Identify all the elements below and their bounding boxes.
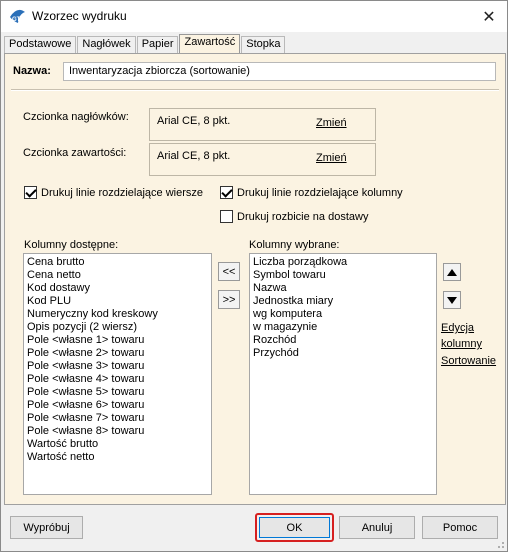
col-lines-checkbox-label: Drukuj linie rozdzielające kolumny [237,186,403,199]
tab-podstawowe[interactable]: Podstawowe [4,36,77,53]
triangle-down-icon [447,296,457,304]
selected-columns-list[interactable]: Liczba porządkowa Symbol towaru Nazwa Je… [249,253,437,495]
list-item[interactable]: Numeryczny kod kreskowy [27,308,208,321]
list-item[interactable]: Nazwa [253,282,433,295]
content-panel: Nazwa: Inwentaryzacja zbiorcza (sortowan… [4,53,506,505]
edit-columns-link-line1[interactable]: Edycja [441,322,474,334]
list-item[interactable]: Pole <własne 2> towaru [27,347,208,360]
tab-bar: Podstawowe Nagłówek Papier Zawartość Sto… [4,34,286,53]
list-item[interactable]: Rozchód [253,334,433,347]
title-bar[interactable]: GT Wzorzec wydruku ✕ [1,1,507,32]
cancel-button[interactable]: Anuluj [339,516,415,539]
list-item[interactable]: Cena netto [27,269,208,282]
header-font-label: Czcionka nagłówków: [23,111,129,123]
svg-text:GT: GT [12,17,21,23]
header-font-value: Arial CE, 8 pkt. [157,115,231,127]
list-item[interactable]: Wartość brutto [27,438,208,451]
list-item[interactable]: Kod dostawy [27,282,208,295]
list-item[interactable]: Pole <własne 7> towaru [27,412,208,425]
list-item[interactable]: Liczba porządkowa [253,256,433,269]
move-down-button[interactable] [443,291,461,309]
content-font-box: Arial CE, 8 pkt. Zmień [149,143,376,176]
list-item[interactable]: Cena brutto [27,256,208,269]
list-item[interactable]: Pole <własne 8> towaru [27,425,208,438]
help-button[interactable]: Pomoc [422,516,498,539]
available-columns-label: Kolumny dostępne: [24,239,119,251]
tab-stopka[interactable]: Stopka [241,36,286,53]
list-item[interactable]: Wartość netto [27,451,208,464]
delivery-split-checkbox-box[interactable] [220,210,233,223]
list-item[interactable]: Symbol towaru [253,269,433,282]
col-lines-checkbox[interactable]: Drukuj linie rozdzielające kolumny [220,186,403,199]
close-icon: ✕ [482,8,496,26]
app-logo-icon: GT [10,9,25,23]
sort-link[interactable]: Sortowanie [441,355,496,367]
content-font-label: Czcionka zawartości: [23,147,127,159]
move-up-button[interactable] [443,263,461,281]
edit-columns-link-line2[interactable]: kolumny [441,338,482,350]
window-title: Wzorzec wydruku [32,9,127,23]
row-lines-checkbox[interactable]: Drukuj linie rozdzielające wiersze [24,186,203,199]
list-item[interactable]: Pole <własne 6> towaru [27,399,208,412]
resize-grip-icon[interactable] [495,539,505,549]
list-item[interactable]: w magazynie [253,321,433,334]
selected-columns-label: Kolumny wybrane: [249,239,340,251]
list-item[interactable]: wg komputera [253,308,433,321]
header-font-box: Arial CE, 8 pkt. Zmień [149,108,376,141]
name-label: Nazwa: [13,65,51,77]
list-item[interactable]: Pole <własne 5> towaru [27,386,208,399]
delivery-split-checkbox[interactable]: Drukuj rozbicie na dostawy [220,210,368,223]
list-item[interactable]: Przychód [253,347,433,360]
list-item[interactable]: Jednostka miary [253,295,433,308]
move-right-button[interactable]: >> [218,290,240,309]
list-item[interactable]: Pole <własne 3> towaru [27,360,208,373]
content-font-value: Arial CE, 8 pkt. [157,150,231,162]
available-columns-list[interactable]: Cena brutto Cena netto Kod dostawy Kod P… [23,253,212,495]
name-input[interactable]: Inwentaryzacja zbiorcza (sortowanie) [63,62,496,81]
ok-button-highlight[interactable]: OK [255,513,334,542]
dialog-window: GT Wzorzec wydruku ✕ Podstawowe Nagłówek… [0,0,508,552]
tab-naglowek[interactable]: Nagłówek [77,36,136,53]
content-font-change-link[interactable]: Zmień [316,152,347,164]
triangle-up-icon [447,268,457,276]
list-item[interactable]: Opis pozycji (2 wiersz) [27,321,208,334]
tab-zawartosc[interactable]: Zawartość [179,34,241,53]
row-lines-checkbox-label: Drukuj linie rozdzielające wiersze [41,186,204,199]
move-left-button[interactable]: << [218,262,240,281]
divider [11,89,499,91]
list-item[interactable]: Kod PLU [27,295,208,308]
ok-button[interactable]: OK [259,517,330,538]
delivery-split-checkbox-label: Drukuj rozbicie na dostawy [237,210,369,223]
col-lines-checkbox-box[interactable] [220,186,233,199]
list-item[interactable]: Pole <własne 4> towaru [27,373,208,386]
header-font-change-link[interactable]: Zmień [316,117,347,129]
tab-papier[interactable]: Papier [136,36,179,53]
close-button[interactable]: ✕ [471,1,507,32]
test-button[interactable]: Wypróbuj [10,516,83,539]
row-lines-checkbox-box[interactable] [24,186,37,199]
list-item[interactable]: Pole <własne 1> towaru [27,334,208,347]
